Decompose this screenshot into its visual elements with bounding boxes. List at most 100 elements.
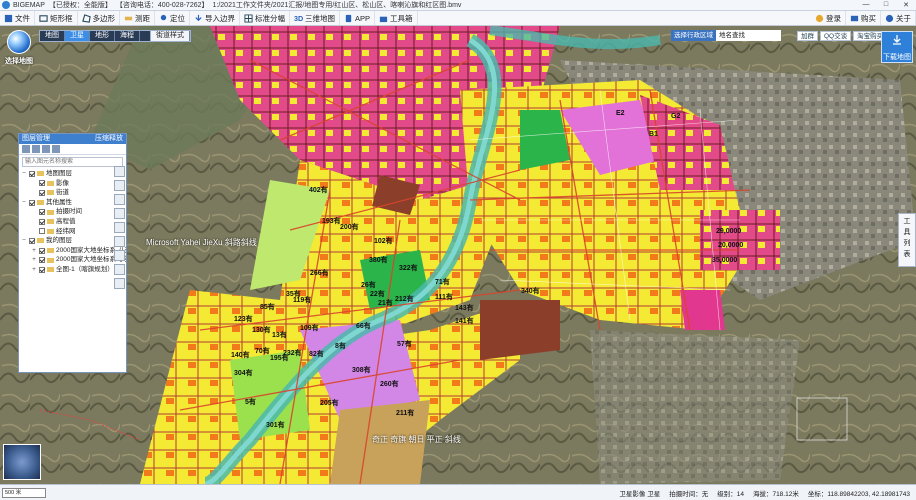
layer-tree-item[interactable]: +2000国家大地坐标系-八道: [21, 246, 126, 256]
user-icon: [815, 14, 824, 22]
settings-icon[interactable]: [42, 145, 50, 153]
tab-terrain[interactable]: 地形: [90, 31, 115, 41]
overview-globe[interactable]: [3, 444, 41, 480]
folder-icon: [47, 180, 54, 186]
pointer-tool-icon[interactable]: [114, 180, 125, 191]
minimize-button[interactable]: —: [856, 1, 876, 9]
map-label: 66有: [356, 321, 371, 330]
layer-label: 经纬网: [56, 227, 76, 235]
expand-toggle-icon[interactable]: −: [21, 198, 27, 208]
folder-icon: [47, 219, 54, 225]
map-label: 26有: [361, 280, 376, 289]
search-icon[interactable]: [52, 145, 60, 153]
marker-tool-icon[interactable]: [114, 194, 125, 205]
expand-toggle-icon[interactable]: +: [31, 265, 37, 275]
phone-icon: [345, 14, 352, 22]
grid-icon: [244, 13, 253, 23]
layer-tree-item[interactable]: +2000国家大地坐标系-小渠: [21, 255, 126, 265]
layer-checkbox[interactable]: [39, 228, 45, 235]
map-image: 402有 340有 322有 380有 266有 212有 111有 141有 …: [0, 26, 916, 484]
map-label: G2: [671, 113, 680, 120]
locate-button[interactable]: 定位: [155, 11, 190, 25]
status-bar: 500 米 卫星影像 卫星 拍摄时间：无 级别：14 海拔：718.12米 坐标…: [0, 484, 916, 500]
layer-tree-item[interactable]: 经纬网: [21, 227, 126, 237]
eraser-tool-icon[interactable]: [114, 278, 125, 289]
3d-icon: 3D: [294, 14, 303, 23]
layer-checkbox[interactable]: [29, 199, 35, 206]
region-select-button[interactable]: 选择行政区域: [671, 30, 716, 41]
download-map-button[interactable]: 下载地图: [881, 31, 913, 63]
layer-tree-item[interactable]: − 其他属性: [21, 198, 126, 208]
layer-checkbox[interactable]: [29, 237, 35, 244]
expand-toggle-icon[interactable]: −: [21, 236, 27, 246]
import-boundary-button[interactable]: 导入边界: [190, 11, 240, 25]
layer-checkbox[interactable]: [39, 180, 45, 187]
map-label: 402有: [309, 185, 328, 194]
contact-buttons: 加群 QQ交谈 淘宝购买: [797, 31, 888, 41]
map-source-selector[interactable]: 选择地图: [4, 30, 34, 68]
layer-checkbox[interactable]: [39, 218, 45, 225]
expand-toggle-icon[interactable]: +: [31, 255, 37, 265]
line-tool-icon[interactable]: [114, 208, 125, 219]
new-folder-icon[interactable]: [22, 145, 30, 153]
layer-tree-item[interactable]: 街道: [21, 188, 126, 198]
polygon-tool-icon[interactable]: [114, 222, 125, 233]
status-coordinates: 坐标：118.89842203, 42.18981743: [807, 490, 910, 498]
rectangle-tool-icon[interactable]: [114, 236, 125, 247]
street-style-button[interactable]: 街道样式: [150, 31, 190, 41]
measure-button[interactable]: 测距: [120, 11, 155, 25]
map-label: 211有: [396, 408, 414, 417]
collapse-button[interactable]: 压缩释放: [95, 134, 123, 144]
app-button[interactable]: APP: [340, 11, 376, 25]
map-label: E2: [616, 110, 625, 117]
map-type-tabs: 地图 卫星 地形 海程 街道样式: [39, 30, 191, 42]
file-menu-button[interactable]: 文件: [0, 11, 35, 25]
tool-list-tab[interactable]: 工 具 列 表: [898, 213, 916, 267]
standard-grid-button[interactable]: 标准分幅: [240, 11, 290, 25]
layer-tree-item[interactable]: 拍摄时间: [21, 207, 126, 217]
qq-chat-button[interactable]: QQ交谈: [820, 31, 852, 41]
layer-checkbox[interactable]: [39, 247, 45, 254]
map-label: 111有: [435, 292, 453, 301]
toolbox-button[interactable]: 工具箱: [375, 11, 418, 25]
close-button[interactable]: ✕: [896, 1, 916, 9]
about-button[interactable]: 关于: [881, 11, 916, 25]
map-label: 304有: [234, 368, 253, 377]
map-label: 5有: [245, 397, 256, 406]
scale-bar: 500 米: [2, 488, 46, 498]
layer-search-input[interactable]: 输入图元名称搜索: [22, 157, 123, 167]
layer-tree-item[interactable]: − 地图图层: [21, 169, 126, 179]
text-tool-icon[interactable]: [114, 264, 125, 275]
circle-tool-icon[interactable]: [114, 250, 125, 261]
login-button[interactable]: 登录: [811, 11, 846, 25]
status-source: 卫星影像 卫星: [619, 490, 661, 498]
tab-map[interactable]: 地图: [40, 31, 65, 41]
purchase-label: 购买: [861, 13, 876, 23]
join-group-button[interactable]: 加群: [797, 31, 818, 41]
map-canvas[interactable]: 402有 340有 322有 380有 266有 212有 111有 141有 …: [0, 26, 916, 484]
layer-checkbox[interactable]: [29, 170, 35, 177]
toolbar-right: 登录 购买 关于: [811, 11, 916, 25]
purchase-button[interactable]: 购买: [846, 11, 881, 25]
layer-checkbox[interactable]: [39, 209, 45, 216]
layer-checkbox[interactable]: [39, 266, 45, 273]
layer-tree-item[interactable]: 高程值: [21, 217, 126, 227]
layer-tree-item[interactable]: − 我的图层: [21, 236, 126, 246]
layer-label: 其他属性: [46, 198, 72, 206]
polygon-select-button[interactable]: 多边形: [78, 11, 120, 25]
save-icon[interactable]: [32, 145, 40, 153]
layer-tree-item[interactable]: + 全图-1（喀旗规划）: [21, 265, 126, 275]
pan-tool-icon[interactable]: [114, 166, 125, 177]
rectangle-select-button[interactable]: 矩形框: [35, 11, 78, 25]
layer-checkbox[interactable]: [39, 189, 45, 196]
main-toolbar: 文件 矩形框 多边形 测距 定位 导入边界 标准分幅 3D 三维地图 APP 工具…: [0, 11, 916, 26]
place-search-input[interactable]: 地名查找: [716, 30, 781, 41]
expand-toggle-icon[interactable]: −: [21, 169, 27, 179]
3d-map-button[interactable]: 3D 三维地图: [290, 11, 340, 25]
layer-tree-item[interactable]: 影像: [21, 179, 126, 189]
tab-elevation[interactable]: 海程: [115, 31, 140, 41]
layer-checkbox[interactable]: [39, 257, 45, 264]
expand-toggle-icon[interactable]: +: [31, 246, 37, 256]
tab-satellite[interactable]: 卫星: [65, 31, 90, 41]
maximize-button[interactable]: □: [876, 1, 896, 9]
